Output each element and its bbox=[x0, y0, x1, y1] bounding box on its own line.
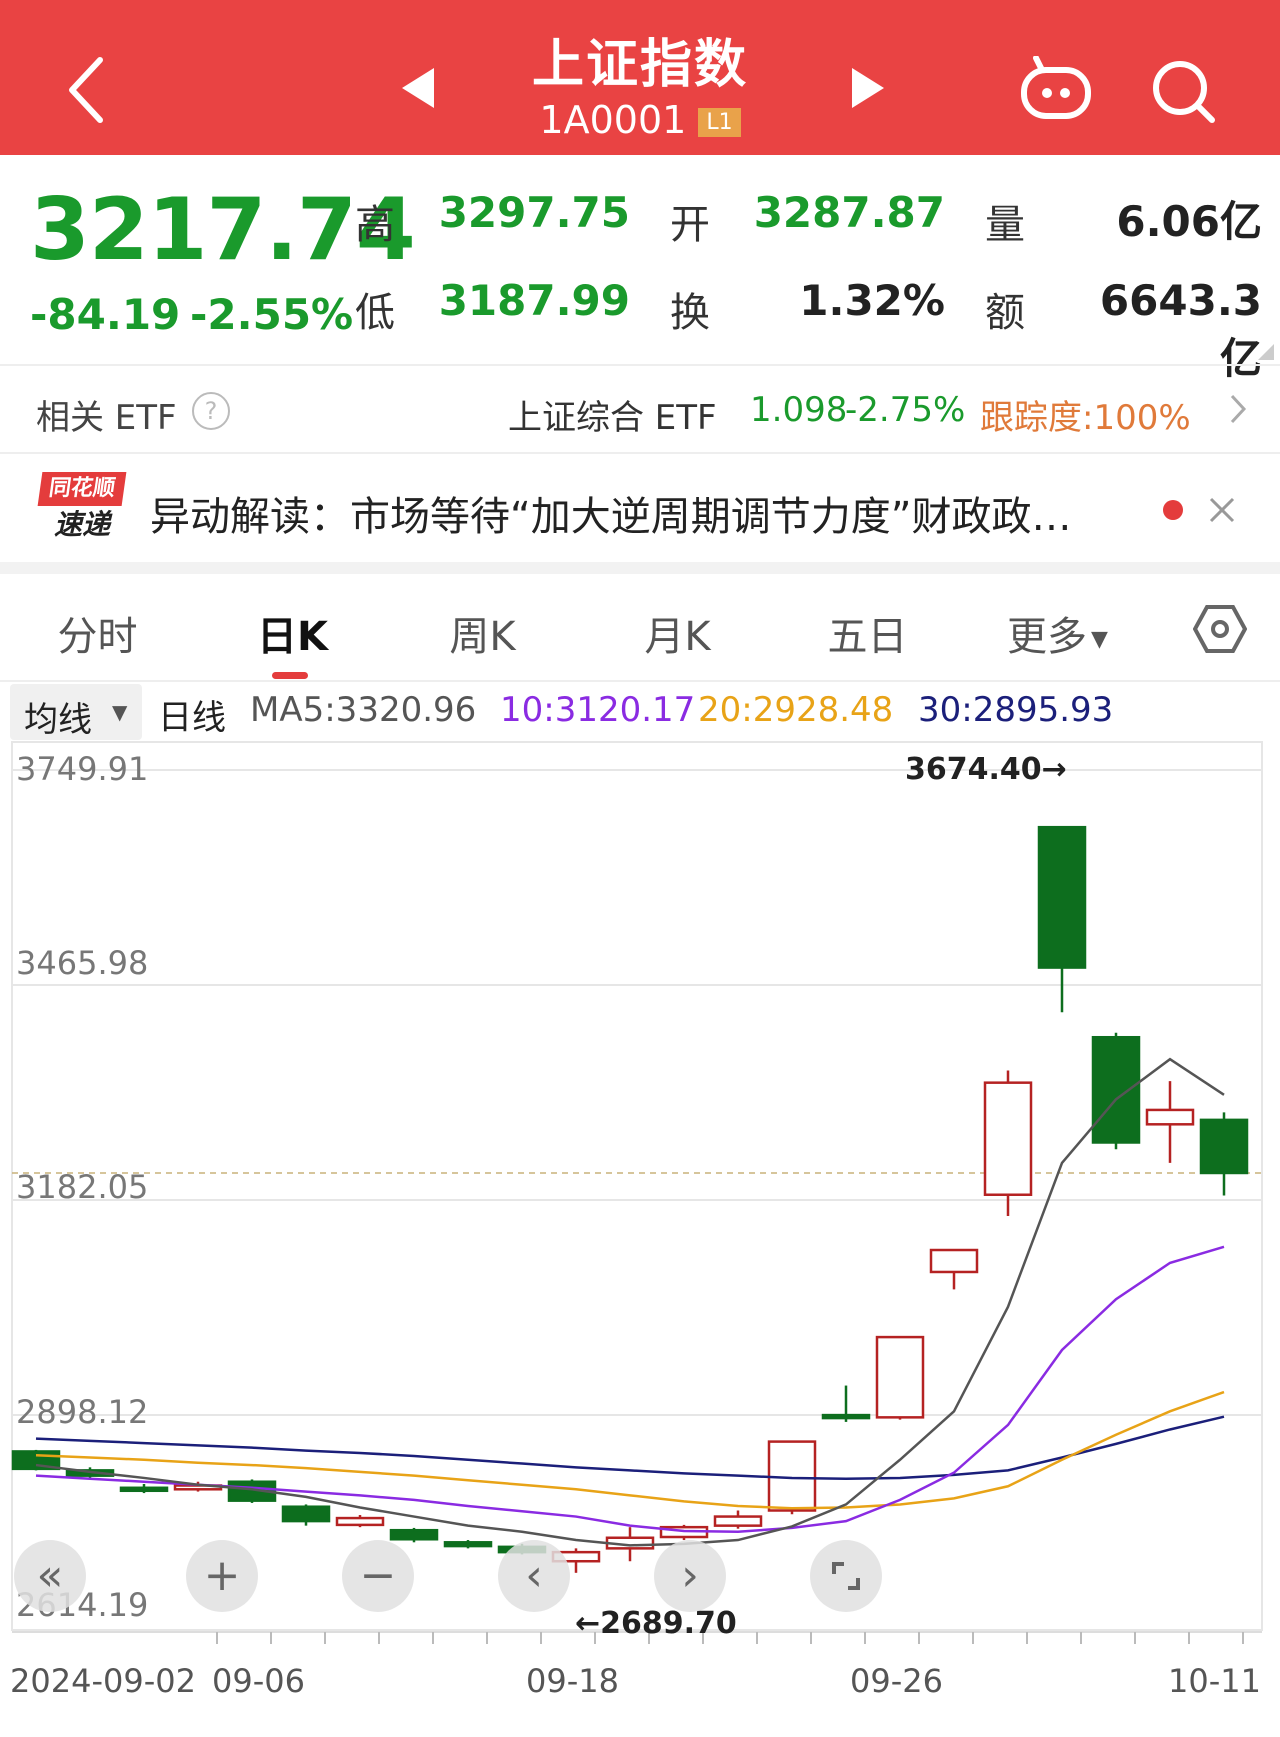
ma-selector[interactable]: 均线 ▼ bbox=[10, 684, 142, 740]
news-headline[interactable]: 异动解读：市场等待“加大逆周期调节力度”财政政… bbox=[150, 484, 1140, 542]
candle-body bbox=[335, 1516, 385, 1527]
amount-value: 6643.3亿 bbox=[1099, 276, 1262, 383]
rewind-icon[interactable]: « bbox=[14, 1540, 86, 1612]
ma5-value: MA5:3320.96 bbox=[250, 690, 477, 730]
y-tick-label: 3749.91 bbox=[16, 750, 149, 788]
news-logo: 同花顺 速递 bbox=[37, 472, 127, 544]
ma5-line bbox=[35, 1057, 1225, 1547]
kline-chart[interactable] bbox=[0, 740, 1280, 1670]
low-label: 低 bbox=[355, 290, 395, 336]
open-value: 3287.87 bbox=[753, 188, 945, 237]
chart-grid bbox=[11, 741, 1263, 1644]
ma20-value: 20:2928.48 bbox=[698, 690, 894, 730]
etf-change-pct: -2.75% bbox=[845, 390, 966, 430]
ma30-value: 30:2895.93 bbox=[918, 690, 1114, 730]
related-etf-label: 相关 ETF bbox=[36, 398, 177, 438]
candle-body bbox=[713, 1515, 763, 1527]
candle-body bbox=[389, 1528, 439, 1541]
candle-body bbox=[1199, 1118, 1249, 1175]
ma-period-type: 日线 bbox=[158, 698, 226, 738]
caret-down-icon: ▼ bbox=[1091, 626, 1108, 652]
divider bbox=[0, 364, 1280, 366]
price-change: -84.19 bbox=[30, 290, 181, 339]
tab-more-label: 更多 bbox=[1007, 614, 1088, 660]
ma10-value: 10:3120.17 bbox=[500, 690, 696, 730]
volume-value: 6.06亿 bbox=[1116, 197, 1262, 246]
help-icon[interactable]: ? bbox=[192, 392, 230, 430]
tab-daily-k[interactable]: 日K bbox=[235, 604, 350, 662]
candle-body bbox=[983, 1081, 1033, 1196]
max-annotation: 3674.40→ bbox=[905, 752, 1067, 787]
ma-lines bbox=[35, 1057, 1225, 1547]
tab-weekly-k[interactable]: 周K bbox=[425, 604, 540, 662]
pan-left-icon[interactable]: ‹ bbox=[498, 1540, 570, 1612]
chart-settings-icon[interactable] bbox=[1192, 604, 1248, 658]
news-logo-top: 同花顺 bbox=[37, 472, 127, 506]
high-label: 高 bbox=[355, 202, 395, 248]
divider bbox=[0, 452, 1280, 454]
fullscreen-icon[interactable] bbox=[810, 1540, 882, 1612]
y-tick-label: 3465.98 bbox=[16, 944, 149, 982]
ma20-line bbox=[35, 1390, 1225, 1510]
expand-corner-icon[interactable] bbox=[1258, 344, 1274, 364]
next-index-icon[interactable] bbox=[850, 66, 886, 114]
min-annotation: ←2689.70 bbox=[575, 1606, 737, 1641]
y-tick-label: 2898.12 bbox=[16, 1393, 149, 1431]
price-change-pct: -2.55% bbox=[190, 290, 354, 339]
candle-body bbox=[119, 1486, 169, 1493]
candle-body bbox=[1091, 1035, 1141, 1144]
tab-monthly-k[interactable]: 月K bbox=[620, 604, 735, 662]
zoom-out-icon[interactable]: − bbox=[342, 1540, 414, 1612]
candle-body bbox=[929, 1248, 979, 1274]
pan-right-icon[interactable]: › bbox=[654, 1540, 726, 1612]
candle-body bbox=[443, 1541, 493, 1548]
x-date-label: 09-06 bbox=[212, 1662, 305, 1700]
section-divider bbox=[0, 562, 1280, 574]
etf-name[interactable]: 上证综合 ETF bbox=[508, 390, 717, 439]
search-icon[interactable] bbox=[1150, 58, 1218, 130]
open-label: 开 bbox=[670, 202, 710, 248]
x-date-label: 09-26 bbox=[850, 1662, 943, 1700]
candle-body bbox=[1037, 825, 1087, 969]
x-date-label: 2024-09-02 bbox=[10, 1662, 196, 1700]
low-value: 3187.99 bbox=[438, 276, 630, 325]
close-icon[interactable] bbox=[1208, 496, 1236, 528]
etf-price: 1.098 bbox=[750, 390, 848, 430]
candle-body bbox=[281, 1505, 331, 1523]
chevron-right-icon[interactable] bbox=[1228, 392, 1248, 430]
etf-tracking: 跟踪度:100% bbox=[980, 398, 1191, 438]
candle-body bbox=[875, 1335, 925, 1419]
caret-down-icon: ▼ bbox=[112, 700, 128, 724]
index-code-text: 1A0001 bbox=[539, 98, 687, 142]
turnover-label: 换 bbox=[670, 290, 710, 336]
y-tick-label: 3182.05 bbox=[16, 1168, 149, 1206]
ma30-line bbox=[35, 1415, 1225, 1480]
tab-more[interactable]: 更多 ▼ bbox=[1000, 604, 1115, 662]
news-logo-bottom: 速递 bbox=[53, 508, 110, 541]
robot-assistant-icon[interactable] bbox=[1018, 55, 1094, 126]
candle-body bbox=[1145, 1108, 1195, 1126]
divider bbox=[0, 680, 1280, 682]
x-date-label: 09-18 bbox=[526, 1662, 619, 1700]
amount-label: 额 bbox=[985, 290, 1025, 336]
tab-five-day[interactable]: 五日 bbox=[810, 604, 925, 662]
level-badge: L1 bbox=[698, 108, 741, 137]
zoom-in-icon[interactable]: + bbox=[186, 1540, 258, 1612]
candle-body bbox=[821, 1413, 871, 1420]
volume-label: 量 bbox=[985, 202, 1025, 248]
turnover-value: 1.32% bbox=[799, 276, 945, 325]
ma-selector-label: 均线 bbox=[24, 700, 92, 740]
tab-intraday[interactable]: 分时 bbox=[40, 604, 155, 662]
unread-dot bbox=[1163, 500, 1183, 520]
high-value: 3297.75 bbox=[438, 188, 630, 237]
x-date-label: 10-11 bbox=[1168, 1662, 1261, 1700]
active-tab-indicator bbox=[272, 672, 308, 679]
